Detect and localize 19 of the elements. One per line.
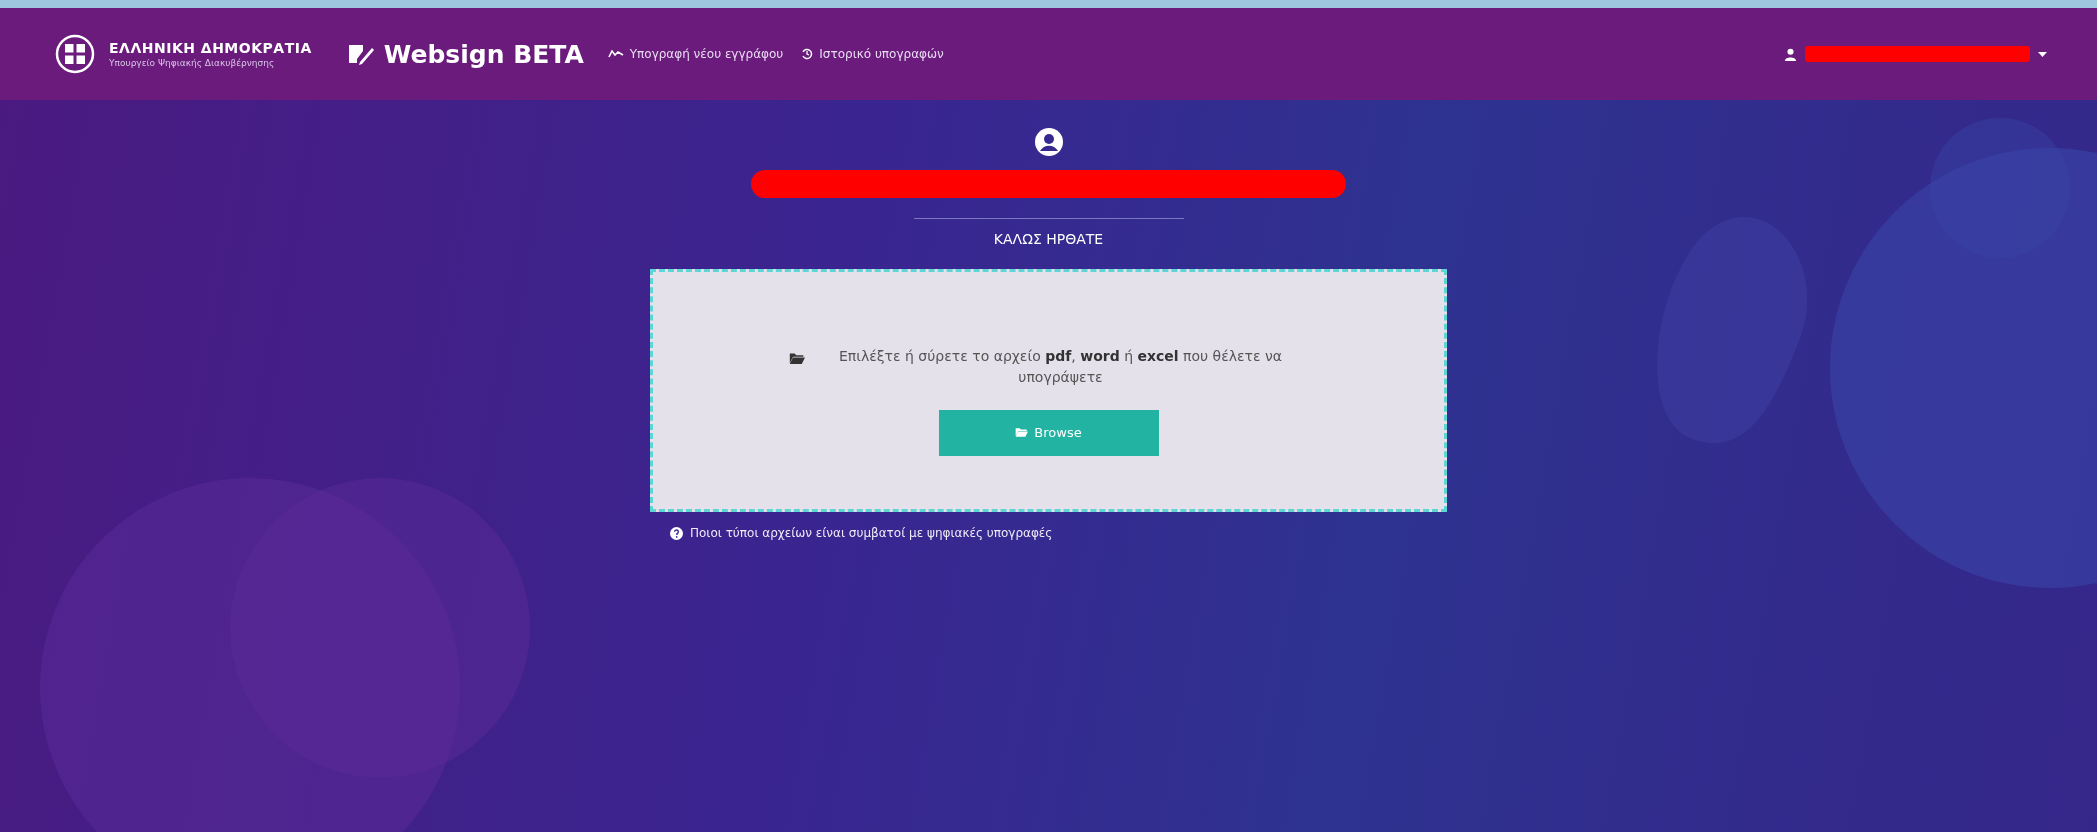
nav-link[interactable]: Υπογραφή νέου εγγράφου — [607, 47, 784, 61]
folder-icon — [1015, 427, 1029, 438]
file-drop-zone[interactable]: Επιλέξτε ή σύρετε το αρχείο pdf, word ή excel που θέλετε να υπογράψετε Browse — [650, 269, 1447, 512]
emblem-icon — [55, 34, 95, 74]
upload-instructions: Επιλέξτε ή σύρετε το αρχείο pdf, word ή excel που θέλετε να υπογράψετε — [837, 346, 1284, 387]
help-link[interactable]: Ποιοι τύποι αρχείων είναι συμβατοί με ψηφιακές υπογραφές — [670, 526, 1053, 540]
brand-title: ΕΛΛΗΝΙΚΗ ΔΗΜΟΚΡΑΤΙΑ — [109, 40, 312, 56]
user-icon — [1784, 47, 1797, 61]
welcome-text: ΚΑΛΩΣ ΗΡΘΑΤΕ — [993, 231, 1104, 247]
document-pen-icon — [347, 43, 374, 65]
nav-link[interactable]: Ιστορικό υπογραφών — [801, 47, 944, 61]
caret-icon[interactable] — [2038, 51, 2047, 57]
signature-icon — [607, 50, 624, 58]
user-avatar-icon — [1034, 128, 1063, 156]
folder-icon — [788, 351, 805, 365]
history-icon — [801, 48, 814, 60]
app-title: Websign BETA — [383, 39, 584, 69]
brand-subtitle: Υπουργείο Ψηφιακής Διακυβέρνησης — [109, 58, 276, 68]
question-icon — [670, 526, 683, 540]
